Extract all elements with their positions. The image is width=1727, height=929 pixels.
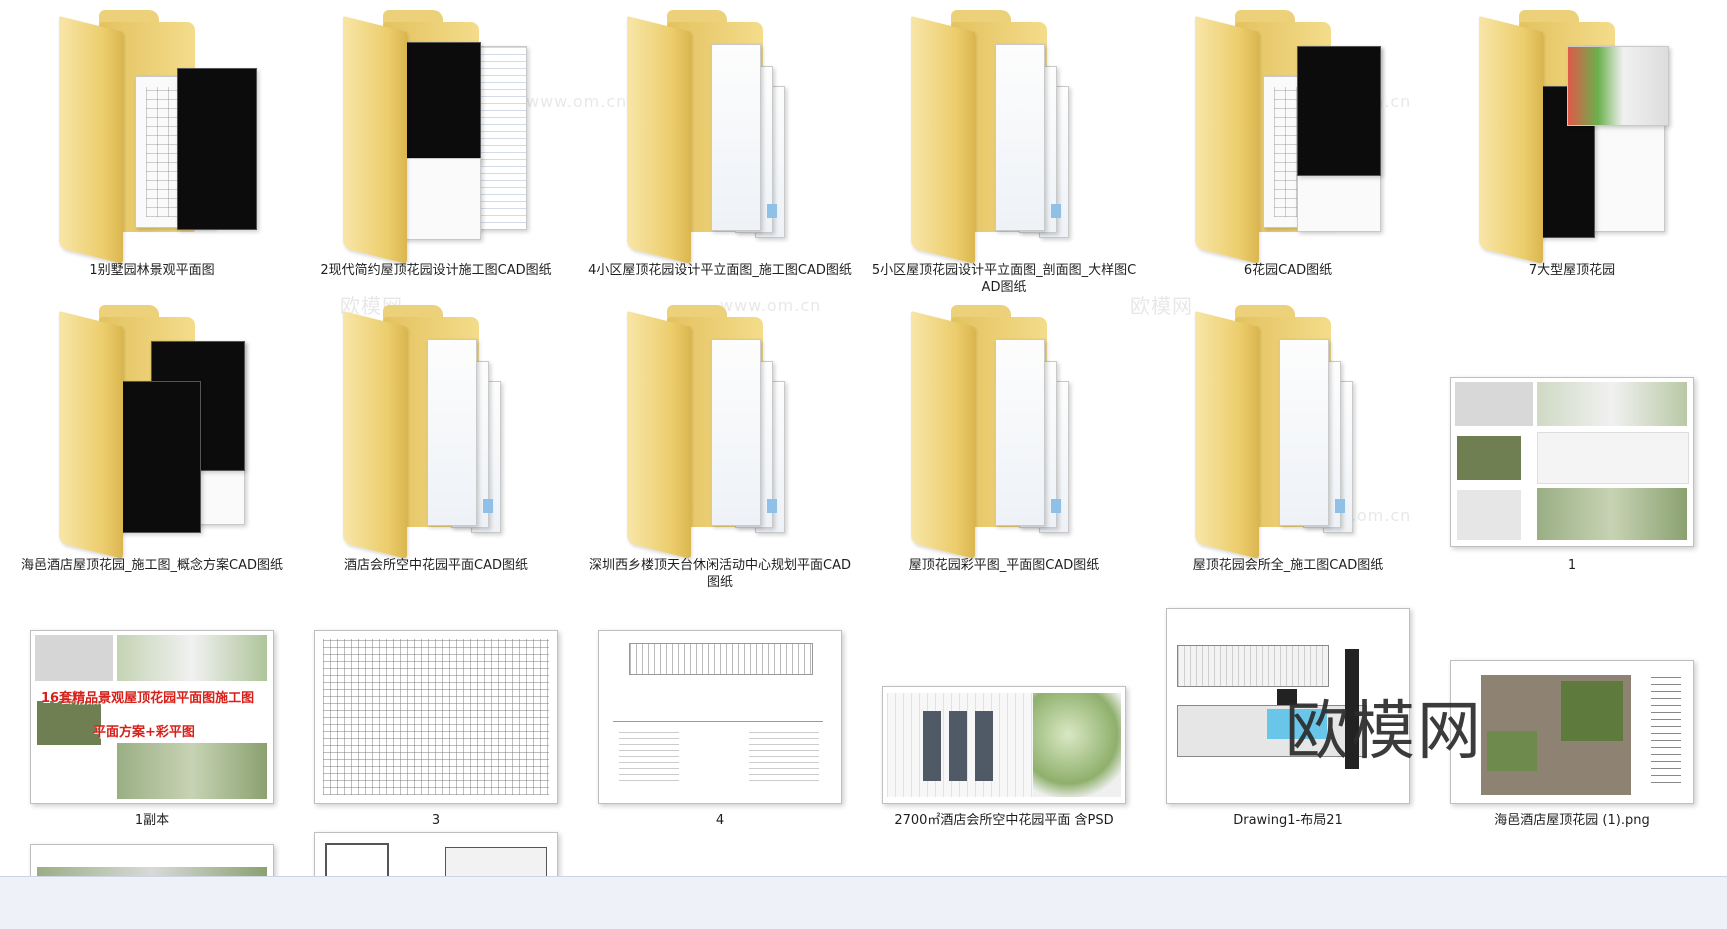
image-thumbnail [1450, 660, 1694, 804]
item-label: 2现代简约屋顶花园设计施工图CAD图纸 [320, 263, 552, 278]
item-label: 6花园CAD图纸 [1243, 263, 1333, 278]
folder-item[interactable]: 4小区屋顶花园设计平立面图_施工图CAD图纸 [585, 6, 855, 279]
folder-icon [625, 6, 815, 264]
thumbnail-subtitle: 平面方案+彩平图 [93, 725, 195, 740]
item-label: 酒店会所空中花园平面CAD图纸 [344, 558, 528, 573]
image-thumbnail [1450, 377, 1694, 547]
folder-item[interactable]: 酒店会所空中花园平面CAD图纸 [301, 301, 571, 574]
folder-item[interactable]: 屋顶花园彩平图_平面图CAD图纸 [869, 301, 1139, 574]
thumbnail-title: 16套精品景观屋顶花园平面图施工图 [41, 691, 255, 706]
item-label: 1别墅园林景观平面图 [89, 263, 215, 278]
image-thumbnail [314, 832, 558, 876]
item-label: 5小区屋顶花园设计平立面图_剖面图_大样图CAD图纸 [871, 263, 1137, 295]
folder-item[interactable]: 7大型屋顶花园 [1437, 6, 1707, 279]
image-item[interactable]: 2700㎡酒店会所空中花园平面 含PSD [869, 586, 1139, 829]
image-thumbnail [882, 686, 1126, 804]
folder-icon [57, 301, 247, 559]
folder-item[interactable]: 深圳西乡楼顶天台休闲活动中心规划平面CAD图纸 [585, 301, 855, 591]
item-label: 1副本 [134, 813, 170, 828]
item-label: 2700㎡酒店会所空中花园平面 含PSD [894, 813, 1114, 828]
item-label: 屋顶花园彩平图_平面图CAD图纸 [908, 558, 1100, 573]
folder-item[interactable]: 1别墅园林景观平面图 [17, 6, 287, 279]
image-item[interactable] [17, 840, 287, 876]
item-label: 3 [431, 813, 441, 828]
item-label: 4 [715, 813, 725, 828]
folder-icon [1193, 6, 1383, 264]
item-label: 海邑酒店屋顶花园_施工图_概念方案CAD图纸 [21, 558, 283, 573]
folder-icon [625, 301, 815, 559]
folder-item[interactable]: 2现代简约屋顶花园设计施工图CAD图纸 [301, 6, 571, 279]
folder-icon [341, 6, 531, 264]
image-item[interactable]: 16套精品景观屋顶花园平面图施工图 平面方案+彩平图 1副本 [17, 586, 287, 829]
file-browser-pane: 欧模网 www.om.cn 欧模网 www.om.cn 欧模网 www.om.c… [0, 0, 1727, 877]
folder-item[interactable]: 5小区屋顶花园设计平立面图_剖面图_大样图CAD图纸 [869, 6, 1139, 296]
image-item[interactable]: 海邑酒店屋顶花园 (1).png [1437, 586, 1707, 829]
image-item[interactable]: 1 [1437, 301, 1707, 574]
image-thumbnail [598, 630, 842, 804]
image-item[interactable]: 4 [585, 586, 855, 829]
image-thumbnail [30, 844, 274, 876]
folder-icon [1193, 301, 1383, 559]
item-label: 屋顶花园会所全_施工图CAD图纸 [1192, 558, 1384, 573]
folder-icon [1477, 6, 1669, 264]
item-label: 1 [1567, 558, 1577, 573]
image-item[interactable] [301, 828, 571, 876]
item-label: 4小区屋顶花园设计平立面图_施工图CAD图纸 [588, 263, 852, 278]
item-label: 7大型屋顶花园 [1528, 263, 1616, 278]
folder-icon [57, 6, 257, 264]
folder-icon [909, 301, 1099, 559]
image-item[interactable]: 3 [301, 586, 571, 829]
item-label: 海邑酒店屋顶花园 (1).png [1494, 813, 1650, 828]
folder-item[interactable]: 海邑酒店屋顶花园_施工图_概念方案CAD图纸 [17, 301, 287, 574]
item-label: Drawing1-布局21 [1233, 813, 1343, 828]
folder-icon [909, 6, 1099, 264]
folder-icon [341, 301, 531, 559]
image-thumbnail [314, 630, 558, 804]
folder-item[interactable]: 屋顶花园会所全_施工图CAD图纸 [1153, 301, 1423, 574]
image-thumbnail: 16套精品景观屋顶花园平面图施工图 平面方案+彩平图 [30, 630, 274, 804]
image-item[interactable]: Drawing1-布局21 [1153, 586, 1423, 829]
folder-item[interactable]: 6花园CAD图纸 [1153, 6, 1423, 279]
image-thumbnail [1166, 608, 1410, 804]
